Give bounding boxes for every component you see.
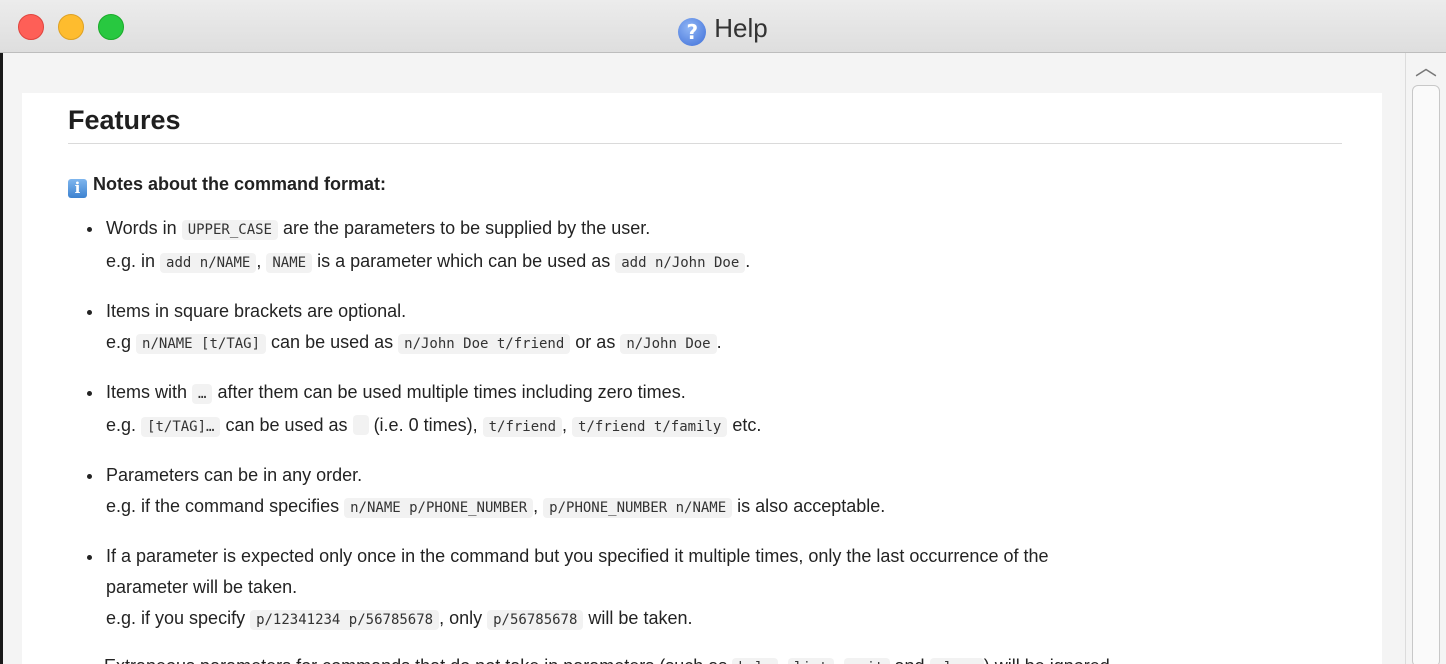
vertical-scrollbar[interactable]: ︿ [1405, 53, 1446, 664]
inline-code: add n/NAME [160, 253, 257, 273]
list-item: Items in square brackets are optional. e.… [104, 296, 1354, 360]
list-item-line: e.g. [t/TAG]… can be used as (i.e. 0 tim… [106, 410, 1354, 443]
inline-code: n/John Doe [620, 334, 717, 354]
window-title-text: Help [714, 13, 768, 44]
list-item-line: parameter will be taken. [106, 572, 1354, 603]
text-run: e.g. [106, 415, 142, 435]
text-run: Items in square brackets are optional. [106, 301, 407, 321]
inline-code: exit [843, 658, 890, 664]
inline-code: n/John Doe t/friend [398, 334, 571, 354]
inline-code: clear [929, 658, 984, 664]
text-run: is a parameter which can be used as [312, 251, 616, 271]
text-run: , only [439, 608, 488, 628]
list-item: Words in UPPER_CASE are the parameters t… [104, 213, 1354, 279]
window-title: ? Help [0, 10, 1446, 46]
text-run: . [716, 332, 722, 352]
inline-code: t/friend t/family [572, 417, 728, 437]
text-run: Items with [106, 382, 193, 402]
help-window: ? Help Features i Notes about the command … [0, 0, 1446, 664]
info-icon: i [68, 179, 87, 198]
text-run: Extraneous parameters for commands that … [104, 656, 732, 664]
inline-code: NAME [266, 253, 313, 273]
text-run: Words in [106, 218, 182, 238]
text-run: is also acceptable. [732, 496, 886, 516]
notes-heading: i Notes about the command format: [68, 173, 386, 198]
inline-code: t/friend [482, 417, 563, 437]
extraneous-parameters-note: Extraneous parameters for commands that … [104, 651, 1115, 664]
title-bar[interactable]: ? Help [0, 0, 1446, 53]
text-run: or as [570, 332, 621, 352]
text-run: , [778, 656, 788, 664]
list-item-line: e.g. in add n/NAME, NAME is a parameter … [106, 246, 1354, 279]
text-run: can be used as [266, 332, 399, 352]
list-item-line: e.g. if the command specifies n/NAME p/P… [106, 491, 1354, 524]
text-run: after them can be used multiple times in… [212, 382, 686, 402]
text-run: e.g. in [106, 251, 161, 271]
list-item: Items with … after them can be used mult… [104, 377, 1354, 443]
text-run: e.g. if the command specifies [106, 496, 345, 516]
inline-code: UPPER_CASE [181, 220, 278, 240]
list-item: If a parameter is expected only once in … [104, 541, 1354, 636]
text-run: will be taken. [583, 608, 693, 628]
inline-code: n/NAME p/PHONE_NUMBER [344, 498, 534, 518]
inline-code: n/NAME [t/TAG] [136, 334, 267, 354]
text-run: parameter will be taken. [106, 577, 298, 597]
page-title: Features [68, 105, 181, 135]
inline-code: p/12341234 p/56785678 [250, 610, 440, 630]
list-item-line: Words in UPPER_CASE are the parameters t… [106, 213, 1354, 246]
text-run: , [834, 656, 844, 664]
help-content: Features i Notes about the command format… [22, 93, 1382, 664]
text-run: etc. [727, 415, 762, 435]
notes-heading-text: Notes about the command format: [93, 174, 387, 194]
text-run: , [256, 251, 267, 271]
list-item-line: Parameters can be in any order. [106, 460, 1354, 491]
text-run: Parameters can be in any order. [106, 465, 363, 485]
text-run: (i.e. 0 times), [368, 415, 483, 435]
text-run: can be used as [220, 415, 353, 435]
question-mark-circle-icon: ? [678, 18, 707, 46]
inline-code: [t/TAG]… [141, 417, 221, 437]
list-item-line: If a parameter is expected only once in … [106, 541, 1354, 572]
notes-list: Words in UPPER_CASE are the parameters t… [68, 213, 1354, 653]
text-run: are the parameters to be supplied by the… [278, 218, 651, 238]
inline-code: p/PHONE_NUMBER n/NAME [543, 498, 733, 518]
heading-divider [68, 143, 1342, 144]
inline-code [352, 415, 369, 435]
text-run: and [890, 656, 930, 664]
text-run: ) will be ignored. [984, 656, 1115, 664]
inline-code: p/56785678 [487, 610, 584, 630]
list-item-line: e.g n/NAME [t/TAG] can be used as n/John… [106, 327, 1354, 360]
inline-code: list [788, 658, 834, 664]
text-run: If a parameter is expected only once in … [106, 546, 1049, 566]
text-run: . [745, 251, 751, 271]
inline-code: add n/John Doe [615, 253, 746, 273]
text-run: e.g. if you specify [106, 608, 251, 628]
list-item-line: Items in square brackets are optional. [106, 296, 1354, 327]
scroll-thumb[interactable] [1412, 85, 1440, 664]
text-run: , [533, 496, 544, 516]
list-item-line: Items with … after them can be used mult… [106, 377, 1354, 410]
text-run: e.g [106, 332, 137, 352]
list-item-line: e.g. if you specify p/12341234 p/5678567… [106, 603, 1354, 636]
text-run: , [562, 415, 573, 435]
inline-code: help [732, 658, 779, 664]
list-item: Parameters can be in any order. e.g. if t… [104, 460, 1354, 524]
chevron-up-icon[interactable]: ︿ [1414, 58, 1438, 80]
inline-code: … [192, 384, 213, 404]
